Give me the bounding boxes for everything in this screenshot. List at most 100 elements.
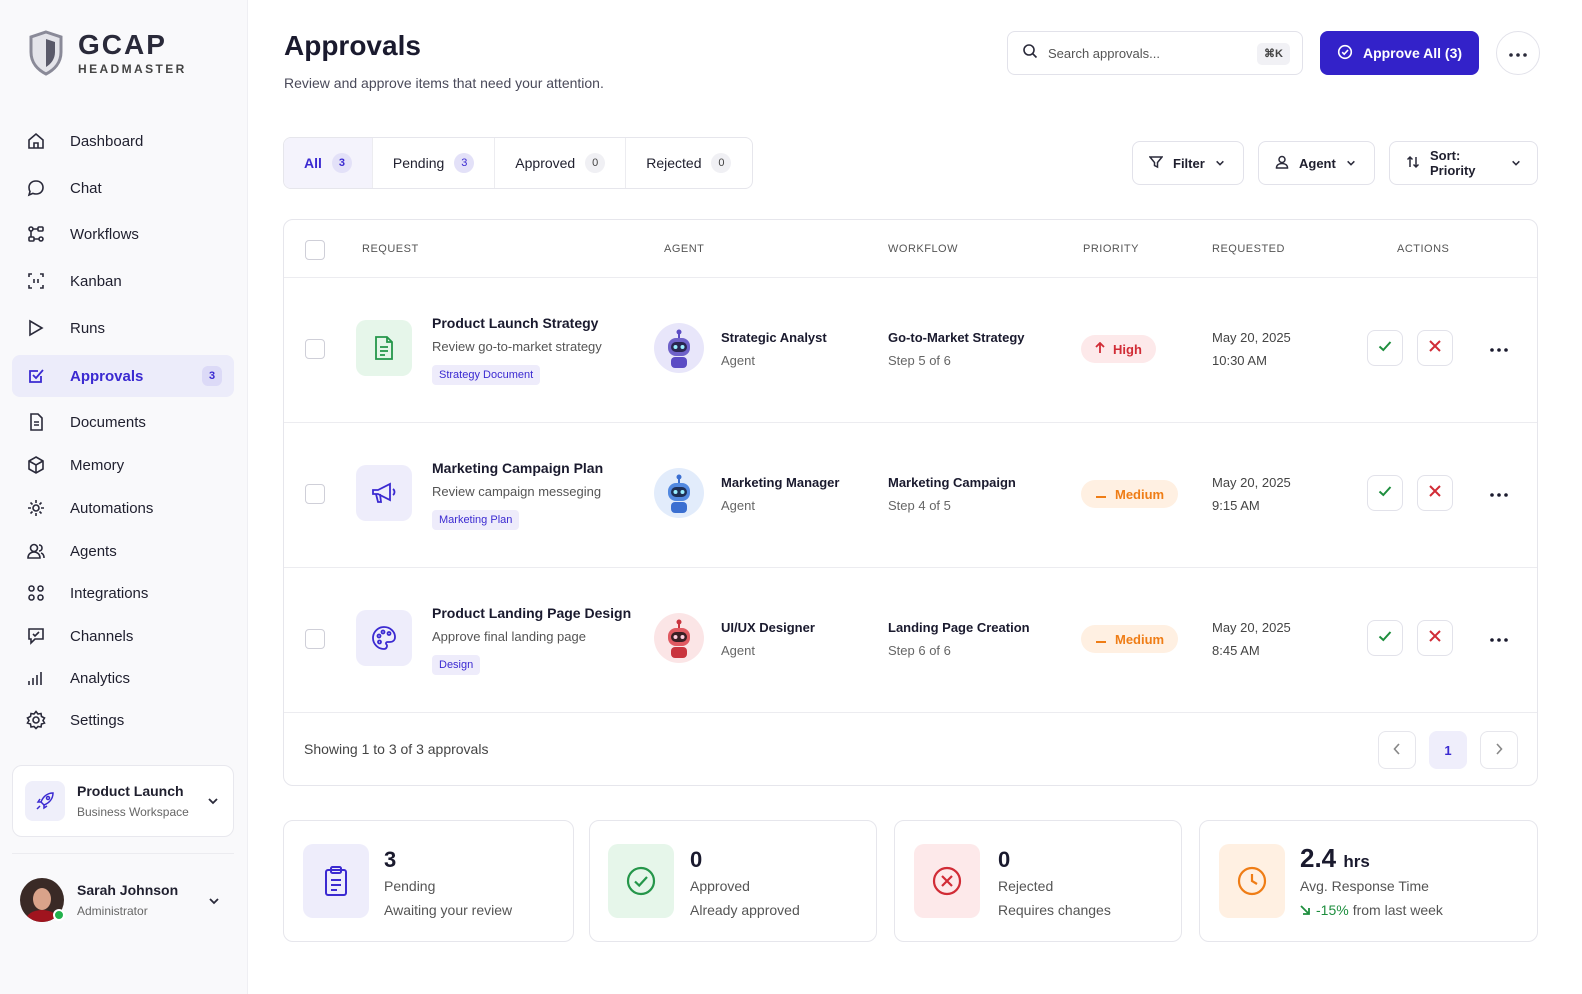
request-title[interactable]: Marketing Campaign Plan: [432, 460, 603, 476]
row-checkbox[interactable]: [305, 629, 325, 649]
column-header-request: REQUEST: [362, 243, 419, 255]
more-options-button[interactable]: [1496, 31, 1540, 75]
user-role: Administrator: [77, 904, 148, 918]
approvals-table: REQUEST AGENT WORKFLOW PRIORITY REQUESTE…: [283, 219, 1538, 786]
search-icon: [1022, 43, 1038, 64]
sidebar-item-runs[interactable]: Runs: [12, 307, 234, 349]
sidebar-item-analytics[interactable]: Analytics: [12, 657, 234, 699]
sidebar-item-memory[interactable]: Memory: [12, 444, 234, 486]
sidebar-item-workflows[interactable]: Workflows: [12, 213, 234, 255]
search-input[interactable]: Search approvals... ⌘K: [1007, 31, 1303, 75]
stat-card-response-time: 2.4 hrs Avg. Response Time -15% from las…: [1199, 820, 1538, 942]
table-row[interactable]: Product Landing Page Design Approve fina…: [284, 568, 1537, 713]
brand-logo[interactable]: GCAP HEADMASTER: [28, 30, 187, 76]
sidebar-item-automations[interactable]: Automations: [12, 487, 234, 529]
approve-all-button[interactable]: Approve All (3): [1320, 31, 1479, 75]
workflow-icon: [26, 224, 46, 244]
user-icon: [1275, 155, 1289, 172]
megaphone-icon: [356, 465, 412, 521]
analytics-icon: [26, 668, 46, 688]
reject-button[interactable]: [1417, 475, 1453, 511]
chat-icon: [26, 178, 46, 198]
row-more-button[interactable]: [1484, 333, 1514, 363]
row-more-button[interactable]: [1484, 478, 1514, 508]
reject-button[interactable]: [1417, 620, 1453, 656]
filter-button[interactable]: Filter: [1132, 141, 1244, 185]
sidebar-item-label: Workflows: [70, 225, 139, 243]
sidebar-item-label: Automations: [70, 499, 154, 517]
priority-label: High: [1113, 341, 1142, 357]
tab-approved[interactable]: Approved 0: [495, 138, 627, 188]
clipboard-icon: [303, 844, 369, 918]
sidebar-item-agents[interactable]: Agents: [12, 530, 234, 572]
tab-rejected[interactable]: Rejected 0: [626, 138, 751, 188]
requested-date: May 20, 2025: [1212, 620, 1291, 635]
requested-time: 9:15 AM: [1212, 498, 1260, 513]
arrow-up-icon: [1095, 341, 1105, 357]
robot-avatar: [654, 468, 704, 518]
tab-label: Rejected: [646, 155, 702, 171]
tab-label: All: [304, 155, 322, 171]
request-tag: Marketing Plan: [432, 510, 520, 530]
sidebar-item-label: Analytics: [70, 669, 131, 687]
sidebar-item-label: Documents: [70, 413, 146, 431]
table-header: REQUEST AGENT WORKFLOW PRIORITY REQUESTE…: [284, 220, 1537, 278]
prev-page-button[interactable]: [1378, 731, 1416, 769]
automation-icon: [26, 498, 46, 518]
row-checkbox[interactable]: [305, 484, 325, 504]
row-checkbox[interactable]: [305, 339, 325, 359]
approve-button[interactable]: [1367, 330, 1403, 366]
stat-card-approved: 0 Approved Already approved: [589, 820, 877, 942]
workspace-switcher[interactable]: Product Launch Business Workspace: [12, 765, 234, 837]
sidebar-item-approvals[interactable]: Approvals 3: [12, 355, 234, 397]
sidebar-item-documents[interactable]: Documents: [12, 401, 234, 443]
row-more-button[interactable]: [1484, 623, 1514, 653]
tab-count: 0: [585, 153, 606, 173]
sidebar-item-label: Memory: [70, 456, 125, 474]
user-menu[interactable]: Sarah Johnson Administrator: [20, 876, 234, 924]
page-button[interactable]: 1: [1429, 731, 1467, 769]
approve-button[interactable]: [1367, 620, 1403, 656]
sidebar-item-label: Channels: [70, 627, 134, 645]
sidebar-item-kanban[interactable]: Kanban: [12, 260, 234, 302]
chevron-down-icon: [1215, 156, 1225, 171]
select-all-checkbox[interactable]: [305, 240, 325, 260]
request-title[interactable]: Product Launch Strategy: [432, 315, 598, 331]
close-icon: [1428, 629, 1442, 648]
sidebar-item-chat[interactable]: Chat: [12, 167, 234, 209]
tab-label: Pending: [392, 155, 445, 171]
shield-icon: [29, 30, 63, 76]
agent-role: Agent: [721, 643, 755, 658]
sidebar-item-integrations[interactable]: Integrations: [12, 572, 234, 614]
request-title[interactable]: Product Landing Page Design: [432, 605, 631, 621]
priority-label: Medium: [1115, 486, 1165, 502]
chevron-down-icon: [208, 894, 220, 912]
next-page-button[interactable]: [1480, 731, 1518, 769]
tab-pending[interactable]: Pending 3: [373, 138, 496, 188]
chevron-down-icon: [1346, 156, 1356, 171]
sort-dropdown[interactable]: Sort: Priority: [1389, 141, 1538, 185]
agent-filter-dropdown[interactable]: Agent: [1258, 141, 1375, 185]
workflow-step: Step 4 of 5: [888, 498, 951, 513]
check-circle-icon: [1337, 44, 1353, 63]
online-status-dot: [53, 909, 65, 921]
approve-button[interactable]: [1367, 475, 1403, 511]
stat-subtext: Awaiting your review: [384, 902, 513, 918]
stat-card-pending: 3 Pending Awaiting your review: [283, 820, 574, 942]
stat-label: Avg. Response Time: [1300, 878, 1429, 894]
stat-card-rejected: 0 Rejected Requires changes: [894, 820, 1182, 942]
workflow-name: Landing Page Creation: [888, 620, 1030, 635]
tab-all[interactable]: All 3: [284, 138, 373, 188]
sidebar-item-label: Chat: [70, 179, 102, 197]
sort-label: Sort: Priority: [1430, 148, 1476, 178]
sidebar-item-settings[interactable]: Settings: [12, 699, 234, 741]
table-row[interactable]: Marketing Campaign Plan Review campaign …: [284, 423, 1537, 568]
sidebar-item-channels[interactable]: Channels: [12, 615, 234, 657]
agent-filter-label: Agent: [1299, 155, 1336, 171]
sidebar-item-dashboard[interactable]: Dashboard: [12, 120, 234, 162]
reject-button[interactable]: [1417, 330, 1453, 366]
chevron-right-icon: [1495, 742, 1503, 758]
robot-avatar: [654, 323, 704, 373]
tab-label: Approved: [515, 155, 576, 171]
table-row[interactable]: Product Launch Strategy Review go-to-mar…: [284, 278, 1537, 423]
